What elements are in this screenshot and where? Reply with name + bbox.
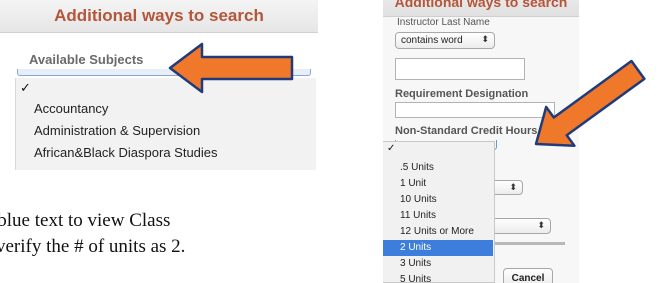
credit-option[interactable]: 11 Units: [383, 208, 493, 224]
credit-option-selected[interactable]: 2 Units: [383, 240, 493, 256]
pointer-arrow-icon: [534, 59, 646, 148]
credit-option[interactable]: 12 Units or More: [383, 224, 493, 240]
subject-option[interactable]: African&Black Diaspora Studies: [34, 145, 218, 160]
subject-option[interactable]: Accountancy: [34, 101, 108, 116]
checkmark-icon: ✓: [387, 143, 396, 154]
cancel-button[interactable]: Cancel: [503, 268, 553, 283]
right-header-title: Additional ways to search: [394, 0, 568, 10]
caption-line-2: verify the # of units as 2.: [0, 236, 186, 257]
credit-option[interactable]: 10 Units: [383, 192, 493, 208]
checkmark-icon: ✓: [20, 80, 31, 95]
pointer-arrow-icon: [168, 42, 294, 94]
left-header-title: Additional ways to search: [54, 6, 264, 25]
divider: [495, 242, 565, 245]
updown-arrows-icon: ⬍: [509, 182, 517, 192]
instructor-mode-select[interactable]: contains word ⬍: [395, 32, 495, 49]
updown-arrows-icon: ⬍: [537, 220, 545, 230]
credit-option[interactable]: 3 Units: [383, 256, 493, 272]
instructor-mode-value: contains word: [401, 35, 463, 46]
subject-option[interactable]: Administration & Supervision: [34, 123, 200, 138]
instructor-input[interactable]: [395, 58, 525, 80]
credit-hours-label: Non-Standard Credit Hours: [395, 125, 538, 137]
credit-option[interactable]: 1 Unit: [383, 176, 493, 192]
caption-line-1: /blue text to view Class: [0, 210, 171, 231]
available-subjects-label: Available Subjects: [29, 52, 144, 67]
updown-arrows-icon: ⬍: [481, 34, 489, 44]
credit-option[interactable]: .5 Units: [383, 160, 493, 176]
credit-option[interactable]: 5 Units: [383, 272, 493, 283]
requirement-label: Requirement Designation: [395, 88, 529, 100]
credit-hours-dropdown-list: ✓ .5 Units 1 Unit 10 Units 11 Units 12 U…: [383, 141, 495, 283]
instructor-label: Instructor Last Name: [397, 17, 490, 28]
